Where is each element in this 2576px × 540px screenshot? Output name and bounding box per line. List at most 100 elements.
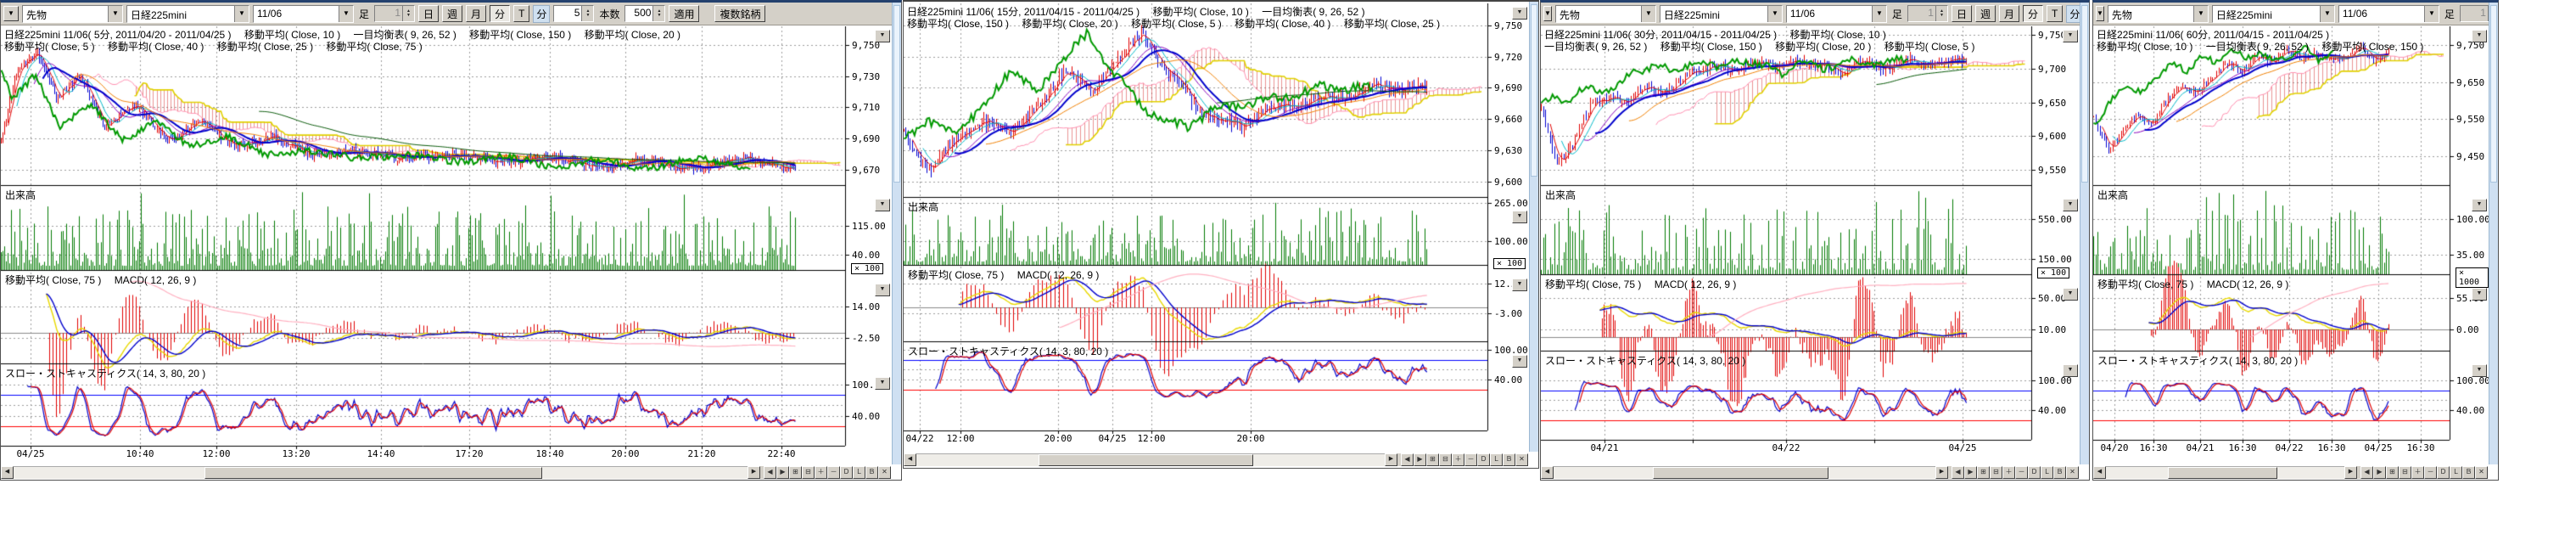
chart-tool-button-2[interactable]: ⊞: [789, 466, 802, 479]
chart-tool-button-6[interactable]: Ｄ: [840, 466, 853, 479]
scrollbar-track[interactable]: [14, 466, 748, 479]
scroll-left-button[interactable]: ◀: [2093, 466, 2106, 479]
scrollbar-track[interactable]: [1554, 466, 1935, 479]
period-button-4[interactable]: T: [513, 5, 529, 22]
chart-tool-button-6[interactable]: Ｄ: [2437, 466, 2450, 479]
panel-menu-button[interactable]: ▼: [3, 6, 19, 21]
period-button-0[interactable]: 日: [418, 5, 439, 22]
chart-tool-button-9[interactable]: ✕: [1515, 453, 1528, 466]
chart-tool-button-0[interactable]: ◀: [1401, 453, 1414, 466]
chart-canvas[interactable]: [904, 3, 1492, 448]
scrollbar-thumb[interactable]: [1653, 467, 1828, 479]
chart-tool-button-7[interactable]: Ｌ: [853, 466, 865, 479]
period-button-3[interactable]: 分: [490, 5, 510, 22]
pane-settings-button-0[interactable]: ▼: [875, 30, 890, 42]
contract-month-select[interactable]: 11/06▼: [2338, 5, 2439, 23]
panel-menu-button[interactable]: ▼: [1543, 6, 1552, 21]
pane-settings-button-1[interactable]: ▼: [875, 199, 890, 211]
scroll-left-button[interactable]: ◀: [904, 453, 916, 466]
chart-tool-button-3[interactable]: ⊟: [2399, 466, 2411, 479]
vertical-scrollbar-thumb[interactable]: [1531, 4, 1537, 177]
minutes-spinner[interactable]: 5▲▼: [553, 5, 594, 22]
period-button-0[interactable]: 日: [1952, 5, 1972, 22]
scroll-right-button[interactable]: ▶: [748, 466, 760, 479]
chart-tool-button-1[interactable]: ▶: [2373, 466, 2386, 479]
chart-tool-button-4[interactable]: ＋: [2411, 466, 2424, 479]
chart-tool-button-8[interactable]: Ｂ: [2053, 466, 2066, 479]
chart-tool-button-0[interactable]: ◀: [2360, 466, 2373, 479]
horizontal-scrollbar[interactable]: ◀▶◀▶⊞⊟＋－ＤＬＢ✕: [2093, 466, 2488, 479]
chart-tool-button-8[interactable]: Ｂ: [2462, 466, 2475, 479]
chart-tool-button-5[interactable]: －: [2015, 466, 2028, 479]
chart-tool-button-9[interactable]: ✕: [2066, 466, 2079, 479]
scroll-left-button[interactable]: ◀: [1541, 466, 1554, 479]
chart-canvas[interactable]: [1541, 26, 2036, 458]
chart-tool-button-2[interactable]: ⊞: [1977, 466, 1990, 479]
symbol-select[interactable]: 日経225mini▼: [2212, 5, 2335, 23]
scroll-left-button[interactable]: ◀: [1, 466, 14, 479]
symbol-select[interactable]: 日経225mini▼: [126, 5, 249, 23]
chart-tool-button-8[interactable]: Ｂ: [865, 466, 878, 479]
chart-tool-button-3[interactable]: ⊟: [802, 466, 815, 479]
pane-settings-button-2[interactable]: ▼: [2472, 288, 2487, 301]
day-interval-spinner[interactable]: 1▲▼: [374, 5, 415, 22]
chart-tool-button-2[interactable]: ⊞: [2386, 466, 2399, 479]
pane-settings-button-0[interactable]: ▼: [2063, 30, 2078, 42]
apply-button[interactable]: 適用: [669, 5, 699, 22]
chart-tool-button-5[interactable]: －: [2424, 466, 2437, 479]
vertical-scrollbar[interactable]: [2489, 3, 2498, 464]
chart-canvas[interactable]: [2093, 26, 2455, 458]
vertical-scrollbar-thumb[interactable]: [2081, 5, 2088, 183]
vertical-scrollbar[interactable]: [1529, 2, 1538, 452]
symbol-select[interactable]: 日経225mini▼: [1660, 5, 1783, 23]
chart-tool-button-9[interactable]: ✕: [878, 466, 891, 479]
contract-month-select[interactable]: 11/06▼: [1786, 5, 1887, 23]
instrument-type-select[interactable]: 先物▼: [2108, 5, 2209, 23]
instrument-type-select[interactable]: 先物▼: [22, 5, 123, 23]
chart-tool-button-7[interactable]: Ｌ: [2450, 466, 2462, 479]
chart-tool-button-1[interactable]: ▶: [1414, 453, 1426, 466]
multi-symbol-button[interactable]: 複数銘柄: [714, 5, 765, 22]
scrollbar-thumb[interactable]: [1039, 454, 1254, 466]
bar-count-spinner[interactable]: 500▲▼: [624, 5, 665, 22]
chart-tool-button-9[interactable]: ✕: [2475, 466, 2488, 479]
scrollbar-thumb[interactable]: [204, 467, 542, 479]
chart-tool-button-4[interactable]: ＋: [1452, 453, 1464, 466]
chart-tool-button-3[interactable]: ⊟: [1990, 466, 2002, 479]
instrument-type-select[interactable]: 先物▼: [1555, 5, 1656, 23]
scroll-right-button[interactable]: ▶: [1935, 466, 1948, 479]
pane-settings-button-0[interactable]: ▼: [2472, 30, 2487, 42]
chart-tool-button-6[interactable]: Ｄ: [1477, 453, 1490, 466]
vertical-scrollbar-thumb[interactable]: [893, 5, 900, 183]
pane-settings-button-2[interactable]: ▼: [2063, 288, 2078, 301]
chart-tool-button-4[interactable]: ＋: [815, 466, 827, 479]
pane-settings-button-0[interactable]: ▼: [1512, 7, 1527, 20]
scrollbar-track[interactable]: [2106, 466, 2344, 479]
scrollbar-thumb[interactable]: [2168, 467, 2277, 479]
chart-canvas[interactable]: [1, 26, 850, 464]
chart-tool-button-8[interactable]: Ｂ: [1503, 453, 1515, 466]
horizontal-scrollbar[interactable]: ◀▶◀▶⊞⊟＋－ＤＬＢ✕: [1, 466, 891, 479]
pane-settings-button-3[interactable]: ▼: [2063, 364, 2078, 377]
vertical-scrollbar[interactable]: [892, 3, 901, 464]
period-button-1[interactable]: 週: [442, 5, 462, 22]
chart-tool-button-2[interactable]: ⊞: [1426, 453, 1439, 466]
vertical-scrollbar-thumb[interactable]: [2490, 5, 2497, 183]
scrollbar-track[interactable]: [916, 453, 1385, 466]
period-button-2[interactable]: 月: [1999, 5, 2019, 22]
chart-tool-button-7[interactable]: Ｌ: [2041, 466, 2053, 479]
chart-tool-button-0[interactable]: ◀: [764, 466, 776, 479]
chart-tool-button-5[interactable]: －: [827, 466, 840, 479]
period-button-2[interactable]: 月: [466, 5, 486, 22]
pane-settings-button-3[interactable]: ▼: [875, 377, 890, 390]
chart-tool-button-1[interactable]: ▶: [1964, 466, 1977, 479]
panel-menu-button[interactable]: ▼: [2096, 6, 2104, 21]
pane-settings-button-1[interactable]: ▼: [2472, 199, 2487, 211]
period-button-4[interactable]: T: [2047, 5, 2063, 22]
scroll-right-button[interactable]: ▶: [1385, 453, 1397, 466]
chart-tool-button-6[interactable]: Ｄ: [2028, 466, 2041, 479]
chart-tool-button-0[interactable]: ◀: [1952, 466, 1964, 479]
horizontal-scrollbar[interactable]: ◀▶◀▶⊞⊟＋－ＤＬＢ✕: [1541, 466, 2079, 479]
pane-settings-button-2[interactable]: ▼: [875, 284, 890, 296]
contract-month-select[interactable]: 11/06▼: [253, 5, 354, 23]
